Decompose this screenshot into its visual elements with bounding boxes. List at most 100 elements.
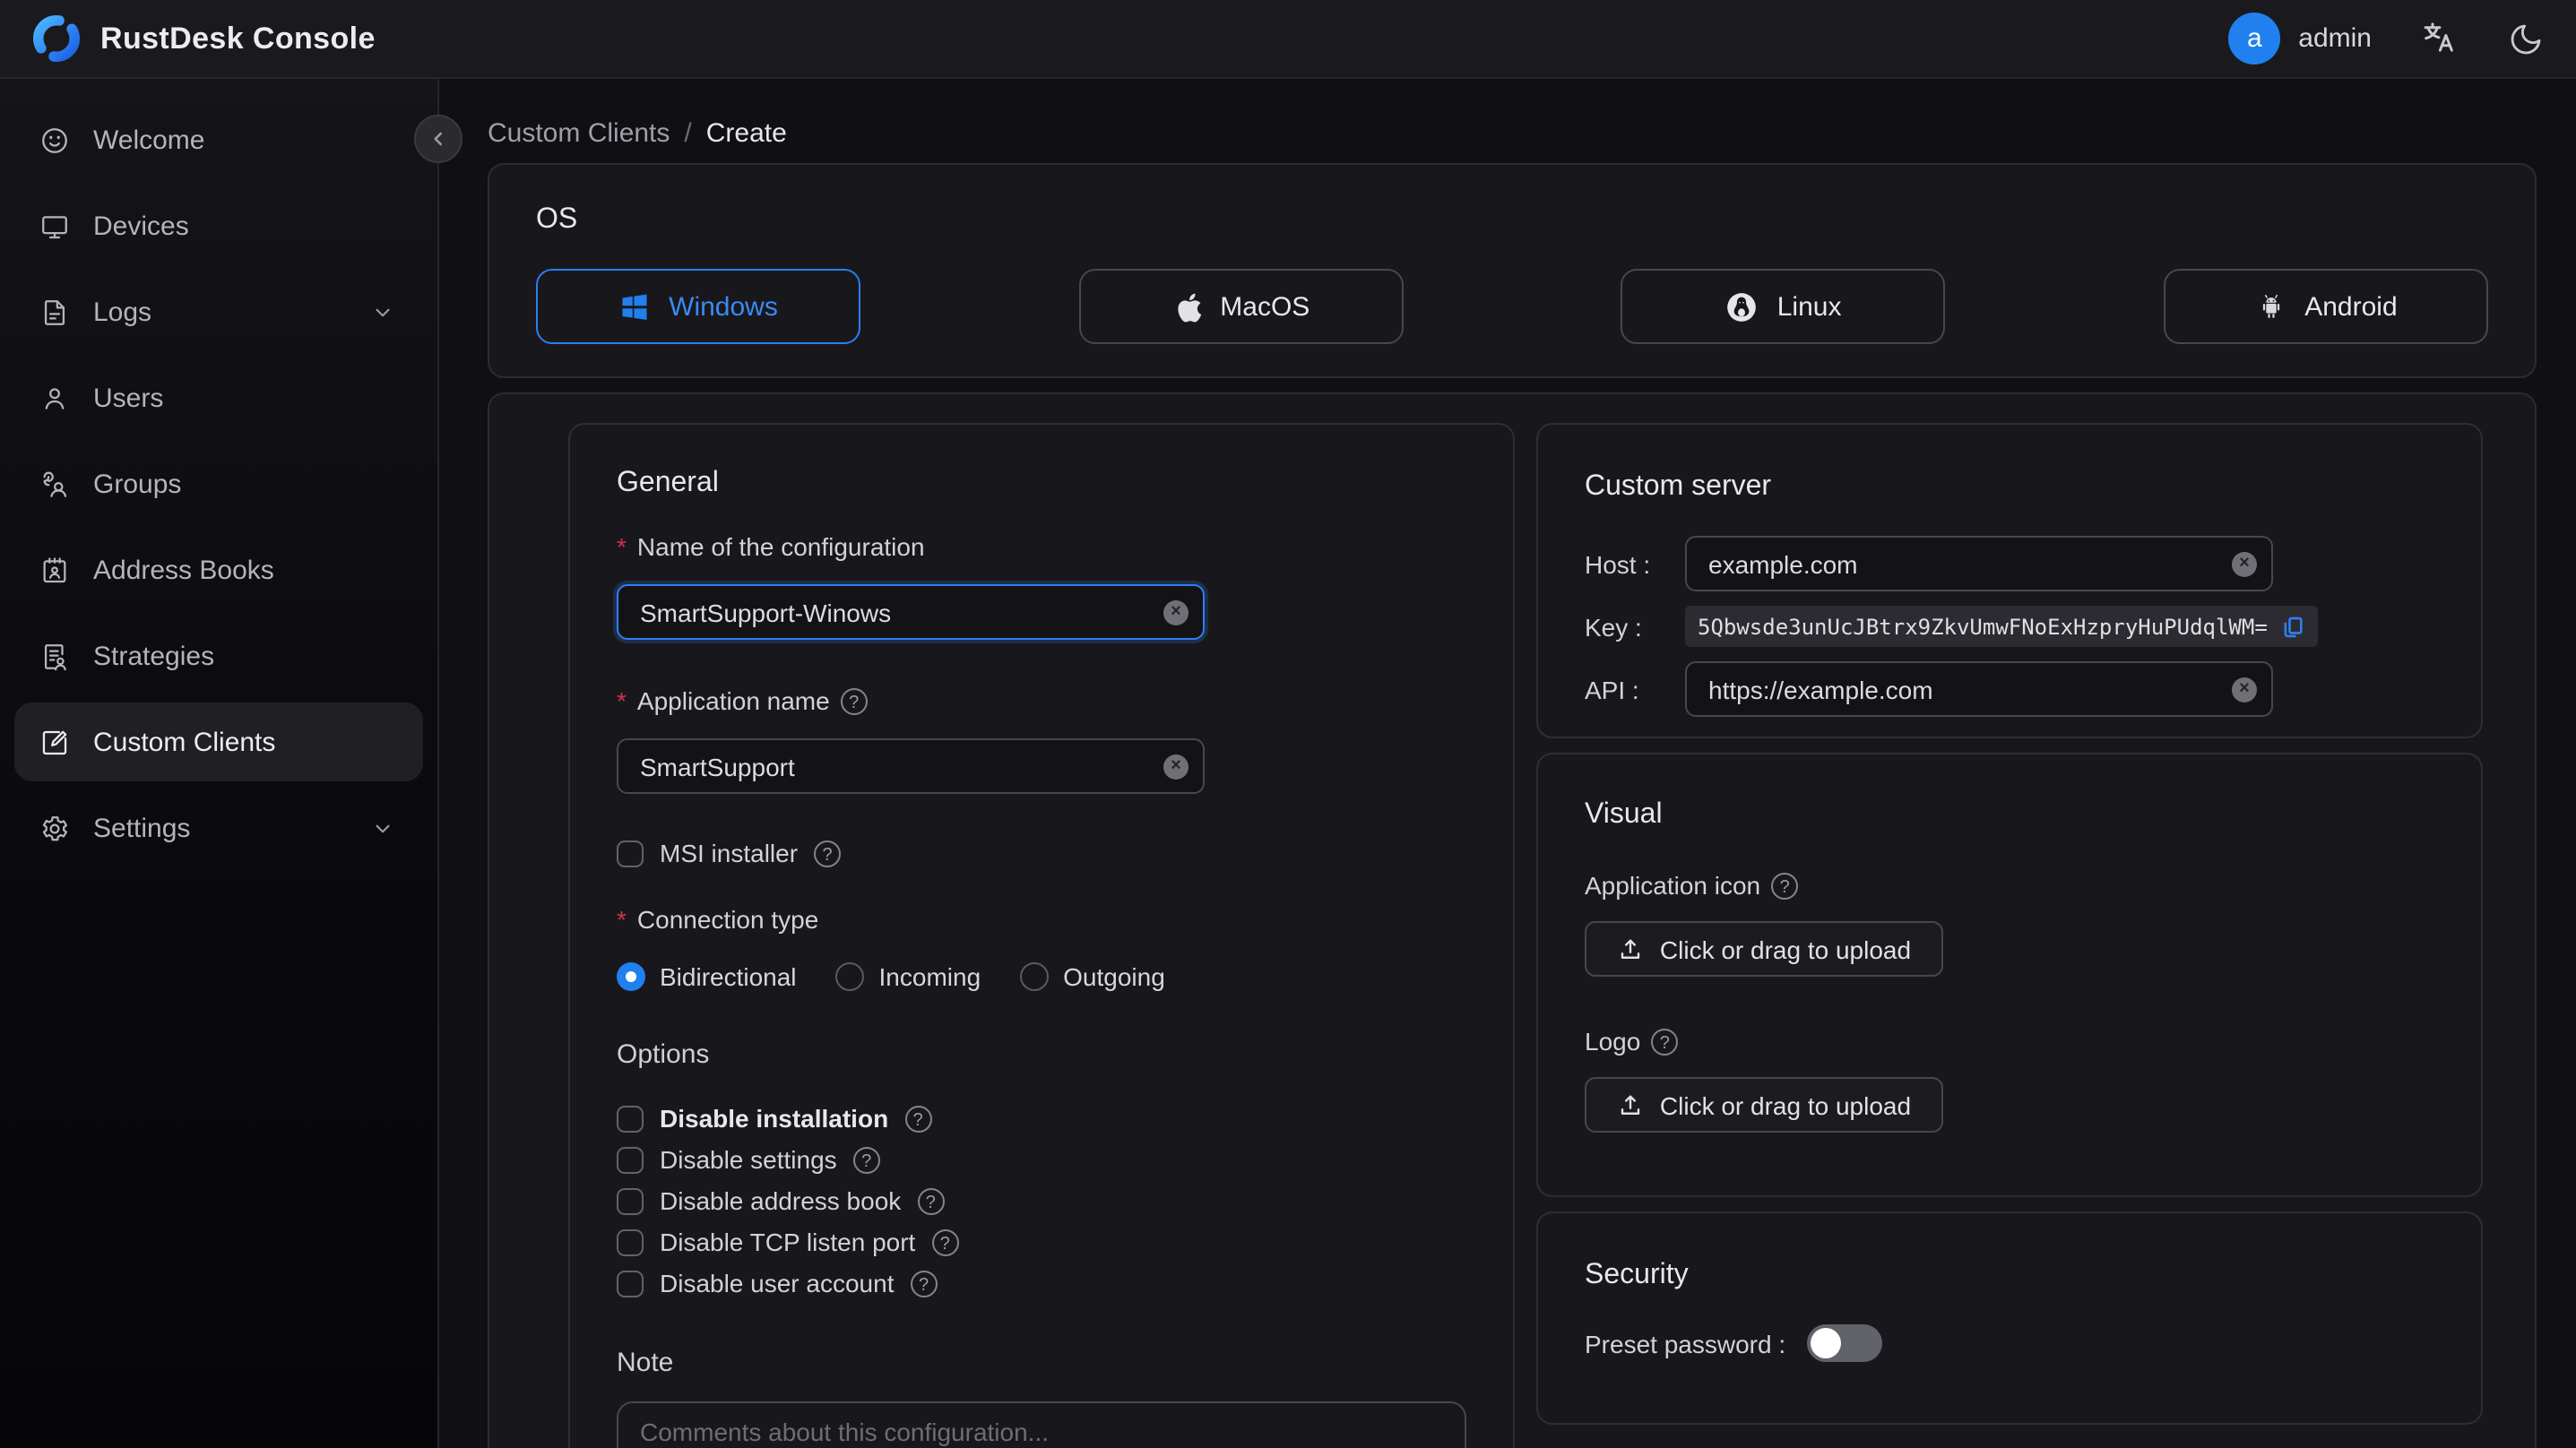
os-android-label: Android xyxy=(2304,291,2398,322)
application-icon-label: Application icon ? xyxy=(1585,867,2434,903)
logo-label: Logo ? xyxy=(1585,1023,2434,1059)
logo-upload-button[interactable]: Click or drag to upload xyxy=(1585,1077,1943,1133)
strategy-document-icon xyxy=(39,641,70,671)
radio-circle-selected[interactable] xyxy=(617,962,645,991)
help-icon[interactable]: ? xyxy=(814,840,842,866)
clear-icon[interactable]: × xyxy=(2232,551,2257,576)
configuration-name-input[interactable] xyxy=(617,584,1205,640)
general-title: General xyxy=(617,468,719,498)
disable-address-book-checkbox[interactable] xyxy=(617,1187,644,1214)
custom-server-card: Custom server Host : × Key : 5Qbwsde3unU… xyxy=(1536,423,2483,738)
sidebar: Welcome Devices Logs Users Groups Addres… xyxy=(0,79,439,1448)
radio-outgoing[interactable]: Outgoing xyxy=(1020,962,1165,991)
sidebar-item-label: Strategies xyxy=(93,641,215,671)
username[interactable]: admin xyxy=(2298,23,2372,54)
dark-mode-moon-icon[interactable] xyxy=(2506,20,2544,57)
sidebar-item-logs[interactable]: Logs xyxy=(14,269,423,355)
clear-icon[interactable]: × xyxy=(1163,754,1189,779)
visual-title: Visual xyxy=(1585,799,1663,830)
host-row: Host : × xyxy=(1585,536,2434,591)
os-card-title: OS xyxy=(536,204,578,235)
host-label: Host : xyxy=(1585,549,1651,578)
help-icon[interactable]: ? xyxy=(852,1146,880,1173)
sidebar-item-label: Settings xyxy=(93,813,191,843)
disable-user-account-checkbox[interactable] xyxy=(617,1270,644,1297)
radio-circle[interactable] xyxy=(835,962,865,991)
sidebar-item-devices[interactable]: Devices xyxy=(14,183,423,269)
help-icon[interactable]: ? xyxy=(910,1270,938,1297)
sidebar-item-custom-clients[interactable]: Custom Clients xyxy=(14,702,423,781)
sidebar-item-label: Welcome xyxy=(93,125,205,155)
clear-icon[interactable]: × xyxy=(2232,677,2257,702)
application-name-input[interactable] xyxy=(617,738,1205,794)
clear-icon[interactable]: × xyxy=(1163,599,1189,625)
os-linux-button[interactable]: Linux xyxy=(1621,269,1946,344)
user-avatar[interactable]: a xyxy=(2228,13,2281,65)
msi-installer-checkbox[interactable] xyxy=(617,840,644,866)
sidebar-item-users[interactable]: Users xyxy=(14,355,423,441)
preset-password-toggle[interactable] xyxy=(1807,1324,1883,1362)
sidebar-item-label: Custom Clients xyxy=(93,727,276,757)
os-windows-button[interactable]: Windows xyxy=(536,269,860,344)
api-input[interactable] xyxy=(1685,661,2273,717)
disable-installation-checkbox[interactable] xyxy=(617,1105,644,1132)
sidebar-collapse-button[interactable] xyxy=(414,115,462,163)
rustdesk-console-app: RustDesk Console a admin Welcome Devices… xyxy=(0,0,2576,1448)
radio-bidirectional-label: Bidirectional xyxy=(660,962,797,991)
breadcrumb-custom-clients[interactable]: Custom Clients xyxy=(488,118,670,149)
monitor-icon xyxy=(39,211,70,241)
api-row: API : × xyxy=(1585,661,2434,717)
chevron-down-icon[interactable] xyxy=(371,816,394,840)
disable-settings-checkbox[interactable] xyxy=(617,1146,644,1173)
help-icon[interactable]: ? xyxy=(904,1105,932,1132)
help-icon[interactable]: ? xyxy=(1651,1028,1679,1055)
right-column: Custom server Host : × Key : 5Qbwsde3unU… xyxy=(1536,423,2483,1448)
sidebar-item-settings[interactable]: Settings xyxy=(14,785,423,871)
help-icon[interactable]: ? xyxy=(1771,872,1799,899)
msi-installer-label: MSI installer xyxy=(660,839,799,867)
os-macos-button[interactable]: MacOS xyxy=(1078,269,1404,344)
breadcrumb-create: Create xyxy=(705,118,787,149)
sidebar-item-address-books[interactable]: Address Books xyxy=(14,527,423,613)
options-title: Options xyxy=(617,1039,710,1070)
breadcrumb-separator: / xyxy=(684,118,692,149)
application-icon-upload-button[interactable]: Click or drag to upload xyxy=(1585,921,1943,977)
help-icon[interactable]: ? xyxy=(931,1228,959,1255)
sidebar-item-groups[interactable]: Groups xyxy=(14,441,423,527)
custom-server-title: Custom server xyxy=(1585,471,1772,502)
radio-circle[interactable] xyxy=(1020,962,1050,991)
chevron-down-icon[interactable] xyxy=(371,300,394,323)
linux-penguin-icon xyxy=(1725,289,1759,323)
host-input[interactable] xyxy=(1685,536,2273,591)
edit-pencil-icon xyxy=(39,727,70,757)
general-card: General * Name of the configuration × * … xyxy=(568,423,1515,1448)
upload-label: Click or drag to upload xyxy=(1659,935,1912,963)
radio-incoming[interactable]: Incoming xyxy=(835,962,981,991)
windows-logo-icon xyxy=(618,290,651,323)
application-icon-text: Application icon xyxy=(1585,871,1761,900)
key-value: 5Qbwsde3unUcJBtrx9ZkvUmwFNoExHzpryHuPUdq… xyxy=(1698,614,2268,639)
toggle-knob xyxy=(1811,1328,1842,1358)
application-name-input-wrap: × xyxy=(617,738,1205,794)
help-icon[interactable]: ? xyxy=(917,1187,945,1214)
disable-tcp-listen-port-checkbox[interactable] xyxy=(617,1228,644,1255)
os-macos-label: MacOS xyxy=(1220,291,1310,322)
breadcrumb: Custom Clients / Create xyxy=(488,118,2576,149)
security-card: Security Preset password : xyxy=(1536,1211,2483,1425)
os-button-row: Windows MacOS Linux Android xyxy=(536,269,2488,344)
language-translate-icon[interactable] xyxy=(2420,20,2458,57)
note-textarea[interactable] xyxy=(617,1401,1466,1448)
os-android-button[interactable]: Android xyxy=(2163,269,2488,344)
copy-icon[interactable] xyxy=(2280,614,2305,639)
disable-address-book-label: Disable address book xyxy=(660,1186,902,1215)
application-name-label: * Application name ? xyxy=(617,683,1466,719)
disable-installation-row: Disable installation ? xyxy=(617,1099,1466,1138)
sidebar-item-strategies[interactable]: Strategies xyxy=(14,613,423,699)
name-of-configuration-label: * Name of the configuration xyxy=(617,529,1466,565)
sidebar-item-label: Users xyxy=(93,383,164,413)
sidebar-item-welcome[interactable]: Welcome xyxy=(14,97,423,183)
radio-bidirectional[interactable]: Bidirectional xyxy=(617,962,797,991)
people-icon xyxy=(39,469,70,499)
name-of-configuration-text: Name of the configuration xyxy=(636,532,925,561)
help-icon[interactable]: ? xyxy=(840,687,868,714)
